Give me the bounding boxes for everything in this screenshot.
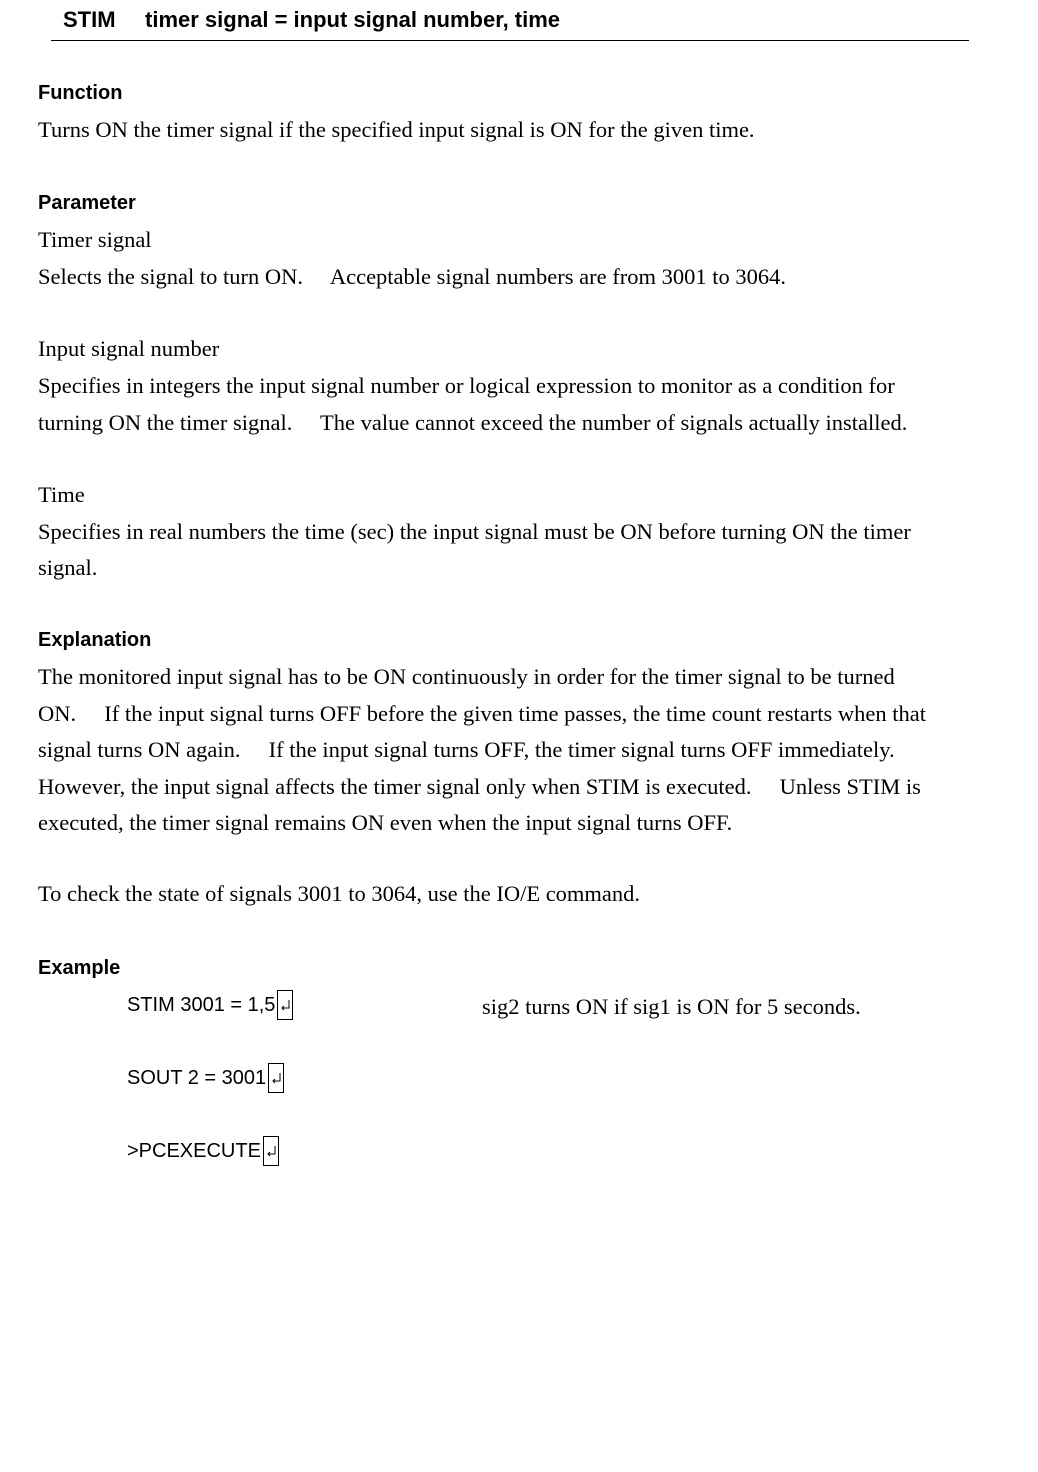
example-code: SOUT 2 = 3001 — [127, 1066, 267, 1089]
param-input-signal-desc-line: Specifies in integers the input signal n… — [38, 373, 895, 398]
example-code-line: STIM 3001 = 1,5 — [127, 990, 294, 1020]
explanation-line: However, the input signal affects the ti… — [38, 774, 921, 799]
param-time-desc-line: signal. — [38, 555, 98, 580]
page-title: STIM timer signal = input signal number, … — [63, 7, 560, 33]
example-heading: Example — [38, 957, 121, 979]
command-syntax: timer signal = input signal number, time — [145, 7, 561, 32]
param-timer-signal-desc: Selects the signal to turn ON. Acceptabl… — [38, 264, 786, 289]
parameter-heading: Parameter — [38, 192, 136, 214]
function-heading: Function — [38, 82, 123, 104]
example-code-line: >PCEXECUTE — [127, 1136, 279, 1166]
explanation-line: signal turns ON again. If the input sign… — [38, 737, 895, 762]
enter-key-icon — [262, 1136, 279, 1166]
explanation-line: The monitored input signal has to be ON … — [38, 664, 895, 689]
explanation-note: To check the state of signals 3001 to 30… — [38, 881, 641, 906]
param-timer-signal-name: Timer signal — [38, 227, 152, 252]
example-code: STIM 3001 = 1,5 — [127, 993, 276, 1016]
example-code: >PCEXECUTE — [127, 1139, 261, 1162]
param-input-signal-name: Input signal number — [38, 336, 220, 361]
example-code-line: SOUT 2 = 3001 — [127, 1063, 285, 1093]
enter-key-icon — [268, 1063, 285, 1093]
example-comment: sig2 turns ON if sig1 is ON for 5 second… — [482, 994, 861, 1019]
param-time-desc-line: Specifies in real numbers the time (sec)… — [38, 519, 911, 544]
explanation-heading: Explanation — [38, 629, 152, 651]
explanation-line: ON. If the input signal turns OFF before… — [38, 701, 926, 726]
param-input-signal-desc-line: turning ON the timer signal. The value c… — [38, 410, 908, 435]
function-text: Turns ON the timer signal if the specifi… — [38, 117, 755, 142]
param-time-name: Time — [38, 482, 85, 507]
title-divider — [51, 40, 969, 41]
explanation-line: executed, the timer signal remains ON ev… — [38, 810, 733, 835]
command-keyword: STIM — [63, 7, 116, 32]
enter-key-icon — [277, 990, 294, 1020]
